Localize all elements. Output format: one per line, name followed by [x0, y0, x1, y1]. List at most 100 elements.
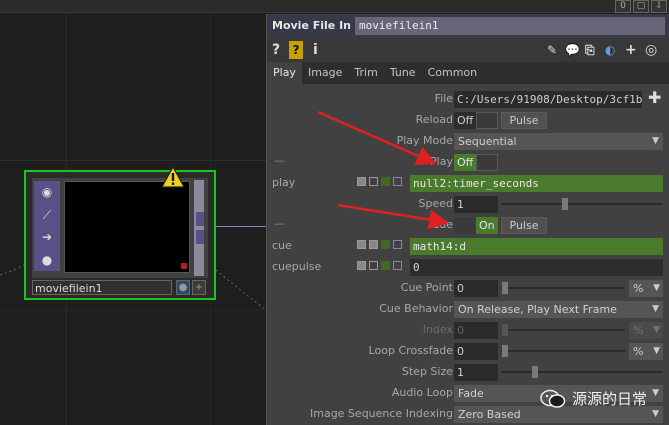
param-play-mode: Play Mode Sequential ▼: [267, 132, 669, 150]
cue-point-field[interactable]: 0: [454, 280, 498, 297]
moviefilein-node[interactable]: ◉ ⟋ ➔ ● moviefilein1 ● +: [24, 166, 216, 300]
grid-line: [0, 160, 266, 161]
window-icon[interactable]: ▢: [633, 0, 649, 13]
param-play-expression: play null2:timer_seconds: [267, 174, 669, 192]
chevron-down-icon: ▼: [653, 325, 660, 335]
operator-name-field[interactable]: moviefilein1: [355, 17, 665, 35]
loop-crossfade-slider[interactable]: [501, 350, 625, 352]
chevron-down-icon: ▼: [652, 304, 659, 314]
index-slider[interactable]: [501, 329, 625, 331]
tab-tune[interactable]: Tune: [384, 62, 422, 84]
index-field[interactable]: 0: [454, 322, 498, 339]
index-unit-menu[interactable]: % ▼: [629, 322, 663, 339]
node-viewer[interactable]: [64, 181, 190, 273]
param-cue-behavior: Cue Behavior On Release, Play Next Frame…: [267, 300, 669, 318]
help-icon[interactable]: ?: [272, 41, 280, 59]
param-cue-expression: cue math14:d: [267, 237, 669, 255]
cue-toggle-off[interactable]: [454, 217, 476, 234]
cue-pulse-button[interactable]: Pulse: [501, 217, 547, 234]
clone-icon[interactable]: ⎘: [585, 41, 595, 59]
comment-icon[interactable]: 💬: [565, 41, 580, 59]
cue-expression-field[interactable]: math14:d: [410, 238, 663, 255]
loop-crossfade-field[interactable]: 0: [454, 343, 498, 360]
reload-toggle-off[interactable]: Off: [454, 112, 476, 129]
play-toggle-off[interactable]: Off: [454, 154, 476, 171]
tab-image[interactable]: Image: [302, 62, 348, 84]
cue-point-slider-knob[interactable]: [502, 282, 508, 294]
warning-icon[interactable]: [161, 166, 185, 188]
param-label: Loop Crossfade: [368, 344, 453, 357]
param-label: Play Mode: [396, 134, 453, 147]
output-port[interactable]: [196, 230, 204, 244]
python-help-icon[interactable]: ?: [289, 41, 303, 59]
output-port[interactable]: [196, 212, 204, 226]
param-label: Play: [430, 155, 453, 168]
param-cue-point: Cue Point 0 % ▼: [267, 279, 669, 297]
watermark: 源源的日常: [540, 388, 647, 409]
index-slider-knob[interactable]: [502, 324, 508, 336]
loop-crossfade-unit-menu[interactable]: % ▼: [629, 343, 663, 360]
cuepulse-field[interactable]: 0: [410, 259, 663, 276]
arrow-right-icon[interactable]: ➔: [38, 228, 56, 246]
param-label: File: [434, 92, 453, 105]
param-label: Cue: [431, 218, 453, 231]
param-mode-buttons[interactable]: [357, 177, 402, 186]
loop-crossfade-slider-knob[interactable]: [502, 345, 508, 357]
param-label: Speed: [418, 197, 453, 210]
step-size-field[interactable]: 1: [454, 364, 498, 381]
play-mode-menu[interactable]: Sequential ▼: [454, 133, 663, 150]
param-label: Step Size: [401, 365, 453, 378]
settings-circle-icon[interactable]: ◎: [645, 41, 657, 59]
unit-value: %: [633, 324, 644, 337]
param-label: Image Sequence Indexing: [310, 407, 453, 420]
section-dash: —: [274, 154, 285, 167]
chevron-down-icon: ▼: [653, 283, 660, 293]
tab-trim[interactable]: Trim: [348, 62, 383, 84]
node-toolbar: ◉ ⟋ ➔ ●: [34, 181, 60, 271]
node-viewer-icon[interactable]: ●: [176, 280, 190, 295]
viewer-toggle-icon[interactable]: ◉: [38, 183, 56, 201]
viewer-red-marker: [181, 263, 187, 269]
top-strip: 0 ▢ ⇩: [0, 0, 669, 13]
param-label: Index: [422, 323, 453, 336]
speed-field[interactable]: 1: [454, 196, 498, 213]
cue-toggle-on[interactable]: On: [476, 217, 498, 234]
edit-icon[interactable]: ✎: [547, 41, 557, 59]
unit-value: %: [633, 282, 644, 295]
play-mode-value: Sequential: [458, 135, 517, 148]
step-size-slider-knob[interactable]: [532, 366, 538, 378]
paint-icon[interactable]: ●: [38, 251, 56, 269]
watermark-text: 源源的日常: [572, 390, 648, 408]
wechat-icon: [540, 389, 566, 408]
python-icon[interactable]: ◐: [605, 41, 615, 59]
cue-behavior-value: On Release, Play Next Frame: [458, 303, 617, 316]
param-mode-buttons[interactable]: [357, 240, 402, 249]
file-path-field[interactable]: C:/Users/91908/Desktop/3cf1b: [454, 91, 642, 108]
param-mode-buttons[interactable]: [357, 261, 402, 270]
tab-common[interactable]: Common: [422, 62, 484, 84]
play-toggle-on[interactable]: [476, 154, 498, 171]
cue-point-slider[interactable]: [501, 287, 625, 289]
chevron-down-icon: ▼: [652, 136, 659, 146]
node-plus-icon[interactable]: +: [192, 280, 206, 295]
speed-slider[interactable]: [501, 203, 663, 205]
download-icon[interactable]: ⇩: [651, 0, 667, 13]
info-icon[interactable]: i: [313, 41, 318, 59]
chevron-down-icon: ▼: [652, 388, 659, 398]
page-count[interactable]: 0: [615, 0, 631, 13]
add-icon[interactable]: +: [625, 41, 637, 59]
play-expression-field[interactable]: null2:timer_seconds: [410, 175, 663, 192]
param-label: cue: [272, 239, 292, 252]
speed-slider-knob[interactable]: [562, 198, 568, 210]
reload-toggle-on[interactable]: [476, 112, 498, 129]
graph-icon[interactable]: ⟋: [38, 206, 56, 224]
file-browse-plus-icon[interactable]: ✚: [648, 88, 661, 107]
cue-point-unit-menu[interactable]: % ▼: [629, 280, 663, 297]
reload-pulse-button[interactable]: Pulse: [501, 112, 547, 129]
step-size-slider[interactable]: [501, 371, 663, 373]
section-dash: —: [274, 217, 285, 230]
tab-play[interactable]: Play: [267, 62, 302, 84]
cue-behavior-menu[interactable]: On Release, Play Next Frame ▼: [454, 301, 663, 318]
node-name-label[interactable]: moviefilein1: [32, 280, 172, 295]
param-reload: Reload Off Pulse: [267, 111, 669, 129]
